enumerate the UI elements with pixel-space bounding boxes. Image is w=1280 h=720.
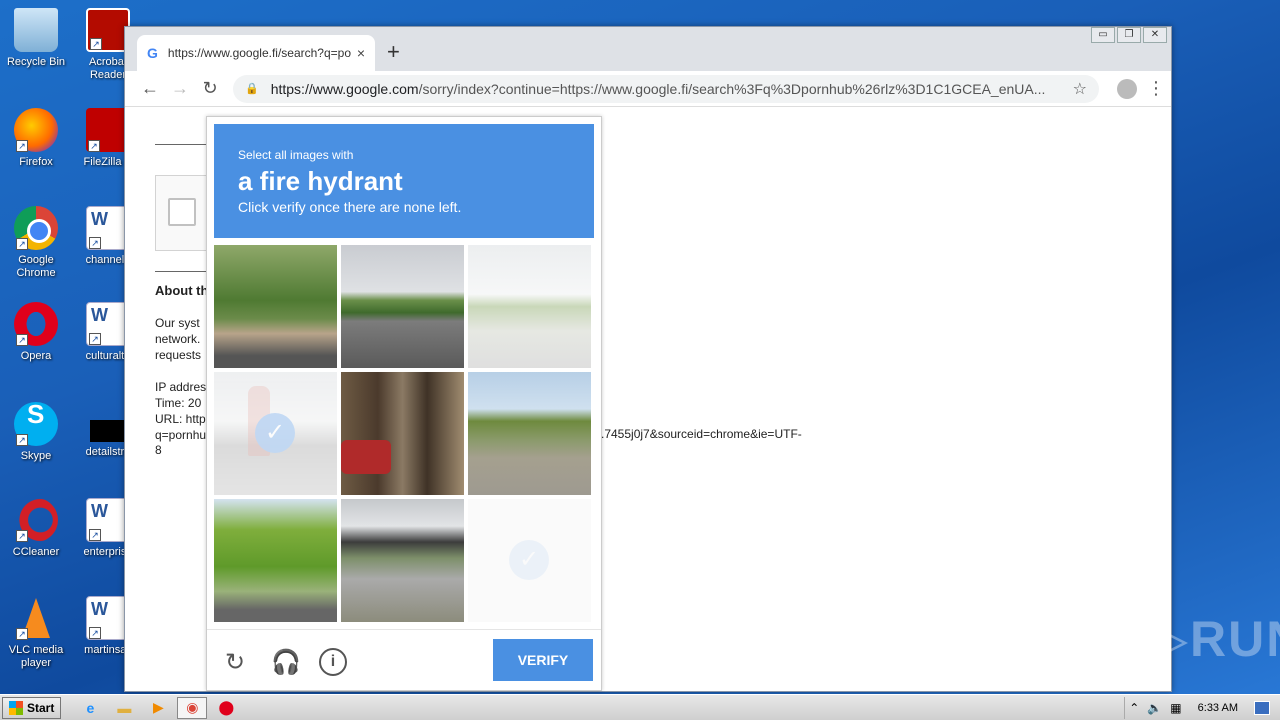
black-file-icon [90, 420, 126, 442]
bookmark-star-icon[interactable]: ☆ [1065, 79, 1087, 99]
instruction-small: Select all images with [238, 148, 354, 162]
desktop-icon-ccleaner[interactable]: ↗ CCleaner [0, 498, 72, 559]
tab-google-search[interactable]: G https://www.google.fi/search?q=po × [137, 35, 375, 71]
desktop-icon-label: Opera [20, 350, 52, 362]
recycle-bin-icon [14, 8, 58, 52]
image-tile[interactable] [214, 499, 337, 622]
clock[interactable]: 6:33 AM [1198, 702, 1238, 714]
image-tile[interactable] [468, 245, 591, 368]
minimize-button[interactable]: ▭ [1091, 27, 1115, 43]
start-label: Start [27, 700, 55, 715]
url-tail-text: .7455j0j7&sourceid=chrome&ie=UTF- [601, 427, 802, 441]
desktop-icon-label: Recycle Bin [6, 56, 66, 68]
info-icon[interactable]: i [319, 648, 347, 676]
desktop-icon-vlc[interactable]: ↗ VLC media player [0, 596, 72, 670]
close-button[interactable]: ✕ [1143, 27, 1167, 43]
desktop-icon-skype[interactable]: ↗ Skype [0, 402, 72, 463]
image-tile[interactable] [341, 245, 464, 368]
tab-close-icon[interactable]: × [357, 45, 365, 61]
desktop-icon-label: Skype [20, 450, 52, 462]
lock-icon[interactable]: 🔒 [245, 82, 259, 95]
recaptcha-challenge: Select all images with a fire hydrant Cl… [206, 116, 602, 691]
reload-button[interactable]: ↻ [195, 78, 225, 99]
tab-title: https://www.google.fi/search?q=po [167, 46, 351, 60]
verify-button[interactable]: VERIFY [493, 639, 593, 681]
forward-button[interactable]: → [165, 78, 195, 99]
chrome-taskbar-icon[interactable]: ◉ [177, 696, 208, 719]
image-tile-selected[interactable]: ✓ [214, 372, 337, 495]
restore-button[interactable]: ❐ [1117, 27, 1141, 43]
new-tab-button[interactable]: + [387, 39, 400, 65]
media-player-icon[interactable]: ▶ [143, 697, 173, 719]
instruction-hint: Click verify once there are none left. [238, 199, 462, 215]
reload-challenge-icon[interactable]: ↻ [225, 648, 245, 677]
desktop-icon-firefox[interactable]: ↗ Firefox [0, 108, 72, 169]
recaptcha-checkbox[interactable] [168, 198, 196, 226]
browser-menu-icon[interactable]: ⋮ [1147, 78, 1165, 99]
skype-icon: ↗ [14, 402, 58, 446]
url-host: https://www.google.com [270, 80, 419, 97]
desktop-icon-label: CCleaner [12, 546, 60, 558]
windows-flag-icon [9, 700, 23, 715]
desktop-icon-label: Firefox [19, 156, 53, 168]
challenge-footer: ↻ 🎧 i VERIFY [207, 629, 601, 691]
ccleaner-icon: ↗ [14, 498, 58, 542]
desktop-icon-chrome[interactable]: ↗ Google Chrome [0, 206, 72, 280]
image-grid: ✓ ✓ [214, 245, 594, 622]
desktop-icon-opera[interactable]: ↗ Opera [0, 302, 72, 363]
start-button[interactable]: Start [2, 696, 62, 719]
checkmark-icon: ✓ [509, 540, 549, 580]
image-tile-loading[interactable]: ✓ [468, 499, 591, 622]
opera-icon: ↗ [14, 302, 58, 346]
firefox-icon: ↗ [14, 108, 58, 152]
image-tile[interactable] [341, 499, 464, 622]
desktop-icon-label: Google Chrome [16, 254, 56, 279]
url-path: /sorry/index?continue=https://www.google… [418, 80, 1046, 97]
image-tile[interactable] [214, 245, 337, 368]
checkmark-icon: ✓ [255, 413, 295, 453]
address-bar[interactable]: 🔒 https://www.google.com /sorry/index?co… [233, 74, 1099, 103]
desktop-icon-label: VLC media player [8, 644, 64, 669]
chrome-icon: ↗ [14, 206, 58, 250]
network-icon[interactable]: ▦ [1170, 701, 1181, 715]
anyrun-watermark: ANY▷RUN [1038, 611, 1280, 667]
window-controls: ▭ ❐ ✕ [1091, 27, 1167, 43]
google-favicon-icon: G [147, 45, 158, 61]
back-button[interactable]: ← [135, 78, 165, 99]
profile-avatar[interactable] [1117, 78, 1137, 99]
folder-icon[interactable]: ▬ [109, 697, 139, 719]
show-desktop-icon[interactable] [1254, 700, 1270, 715]
volume-icon[interactable]: 🔈 [1147, 701, 1162, 715]
instruction-target: a fire hydrant [238, 166, 403, 196]
car-shape [341, 440, 391, 474]
image-tile[interactable] [341, 372, 464, 495]
challenge-header: Select all images with a fire hydrant Cl… [214, 124, 594, 238]
about-heading: About th [155, 283, 209, 298]
opera-taskbar-icon[interactable]: ⬤ [211, 697, 241, 719]
ie-icon[interactable]: e [75, 697, 105, 719]
browser-toolbar: ← → ↻ 🔒 https://www.google.com /sorry/in… [125, 71, 1171, 107]
image-tile[interactable] [468, 372, 591, 495]
system-tray: ⌃ 🔈 ▦ 6:33 AM [1124, 696, 1280, 719]
desktop-icon-recycle-bin[interactable]: Recycle Bin [0, 8, 72, 69]
taskbar: Start e ▬ ▶ ◉ ⬤ ⌃ 🔈 ▦ 6:33 AM [0, 694, 1280, 720]
tab-bar: G https://www.google.fi/search?q=po × + … [125, 27, 1171, 71]
tray-expand-icon[interactable]: ⌃ [1129, 701, 1139, 715]
vlc-cone-icon: ↗ [14, 596, 58, 640]
url-wrap-text: 8 [155, 443, 162, 457]
headphones-icon[interactable]: 🎧 [271, 648, 301, 677]
desktop-icon-label: Acrobat Reader [89, 56, 127, 81]
